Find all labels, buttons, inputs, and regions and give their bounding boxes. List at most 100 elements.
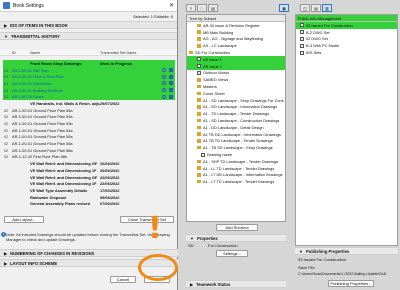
tree-item[interactable]: AS - LC Landscape [187,42,285,49]
transmittal-row[interactable]: 02 AR-1-00-01 Ground Floor Plan 58a [3,147,175,154]
publisher-button[interactable]: ▤ [208,4,218,12]
delete-icon[interactable] [169,88,173,93]
layout-icon [197,64,201,69]
tree-item[interactable]: Masters [187,83,285,90]
info-circle-icon[interactable] [162,88,166,93]
delete-icon[interactable] [169,74,173,79]
add-layout-button[interactable]: Add Layout... [4,216,44,223]
close-icon[interactable]: ✕ [169,2,174,9]
tree-item[interactable]: A1 - SD Landscape - Construction Drawing… [187,117,285,124]
tree-item[interactable]: AR-00 Issue & Revision Register [187,22,285,29]
prop-name[interactable]: For Construction [208,243,238,248]
publisher-set-item[interactable]: B-3 With PC Model [296,42,397,49]
info-circle-icon[interactable] [162,74,166,79]
navigator-layout-button[interactable]: ◫ [300,4,310,12]
tree-item[interactable]: A1 - LT DD Landscape - Information Drawi… [187,172,285,179]
tree-item[interactable]: AS Issue 1 [187,55,285,63]
info-circle-icon[interactable] [162,94,166,99]
tree-item-label: AR Issue 1 [203,63,223,69]
organizer-panel: ≡ □ ▤ ▦ ◫ ▤ ▥ Tree by Subset AR-00 Issue… [178,0,400,290]
chevron-right-icon: ▶ [190,281,194,287]
tree-item[interactable]: A1 TB TD Landscape - Tender Drawings [187,138,285,145]
tree-item[interactable]: SAMED Views [187,76,285,83]
tree-item[interactable]: A1 - SD Landscape - Shop Drawings For Co… [187,97,285,104]
transmittal-row[interactable]: 02 AR-1-00-01 Ground Floor Plan 56a [3,140,175,147]
transmittal-row[interactable]: 02 AR-1-00-01 Ground Floor Plan 54a [3,127,175,134]
tree-item[interactable]: MB Main Building [187,29,285,36]
publisher-set-item[interactable]: 02 DWG Set [296,36,397,43]
layout-book-button[interactable]: □ [197,4,207,12]
publisher-header[interactable]: Public Info Management [296,15,397,22]
delete-icon[interactable] [169,94,173,99]
transmittal-row[interactable]: VE Wall Type Assembly Details 17/06/2022 [3,187,175,194]
tree-item[interactable]: A1 - LT TD Landscape - Tender Drawings [187,178,285,185]
transmittal-row[interactable]: General Assembly Plans revised 07/06/2022 [3,200,175,207]
info-circle-icon[interactable] [162,68,166,73]
transmittal-row[interactable]: 01 AR-1-00-01 Doors [3,93,175,101]
publishing-properties-button[interactable]: Publishing Properties... [328,280,374,287]
layout-icon [201,152,205,157]
teamwork-status-header[interactable]: ▶ Teamwork Status [186,280,286,288]
add-shortcut-button[interactable]: Add Shortcut [216,224,258,231]
publishing-properties-header[interactable]: ▼ Publishing Properties [295,247,398,255]
transmittal-row[interactable]: 02 AR-1-00-01 Ground Floor Plan 55a [3,107,175,114]
dialog-titlebar: Book Settings ✕ [0,0,177,12]
tree-item[interactable]: A1 TB DD Landscape - Information Drawing… [187,131,285,138]
transmittal-row[interactable]: VE Handrails, Ind. Walls & Resin. adjs 29… [3,100,175,107]
tree-item[interactable]: SD For Construction [187,49,285,56]
transmittal-row[interactable]: VE Wall Reinf. and Dimensioning GF 22/06/… [3,160,175,167]
row-number: 02 [4,114,9,120]
tree-item-label: A1 TB DD Landscape - Information Drawing… [203,131,281,137]
tree-item[interactable]: A1 - DD Landscape - Information Drawings [187,104,285,111]
tree-item[interactable]: Outdoor Works [187,70,285,77]
tree-item[interactable]: A1 - TD Landscape - Tender Drawings [187,110,285,117]
publisher-set-item[interactable]: IDS Sets [296,49,397,56]
transmittal-row[interactable]: 02 AR-1-00-01 Ground Floor Plan 55a [3,134,175,141]
transmittal-row[interactable]: 02 AR-1-00-01 Ground Floor Plan 53b [3,120,175,127]
publisher-set-item[interactable]: B-2 DWG Set [296,29,397,36]
navigator-left-button[interactable]: ▦ [279,4,289,12]
delete-icon[interactable] [169,68,173,73]
view-map-button[interactable]: ≡ [186,4,196,12]
tree-item[interactable]: A1 - DD Landscape - Detail Design [187,124,285,131]
transmittal-row[interactable]: VE Wall Reinf. and Dimensioning 1F 22/06/… [3,180,175,187]
close-transmittal-button[interactable]: Close Transmittal Set [120,216,174,223]
tree-item[interactable]: A1 - TB SD Landscape - Shop Drawings [187,144,285,151]
transmittal-row[interactable]: 01 AS-2-00-01 Elevations [3,80,175,87]
section-transmittal[interactable]: ▼ TRANSMITTAL HISTORY [0,32,177,40]
tree-item[interactable]: A1 - SHP TD Landscape - Tender Drawings [187,158,285,165]
publisher-set-icon [300,43,304,48]
section-ids[interactable]: ▶ IDS OF ITEMS IN THIS BOOK [0,21,177,29]
tree-item[interactable]: AR Issue 1 [187,62,285,70]
transmittal-row[interactable]: 01 AS-1-00-01 Floor & Roof Plan [3,73,175,81]
transmittal-row[interactable]: Rainwater Disposal 09/06/2022 [3,194,175,201]
publisher-set-item[interactable]: 03 Issued For Construction [296,22,397,29]
navigator-publish-button[interactable]: ▤ [311,4,321,12]
settings-button[interactable]: Settings... [216,250,248,257]
tree-item[interactable]: AG - AG - Signage and Wayfinding [187,36,285,43]
navigator-sets-button[interactable]: ▥ [322,4,332,12]
info-circle-icon[interactable] [162,81,166,86]
tree-item[interactable]: Drawing name [187,151,285,158]
transmittal-row[interactable]: 01 AS-3-00-01 Building Sections [3,86,175,94]
folder-icon [197,23,201,28]
tree-item[interactable]: A1 - LL TD Landscape - Tender Drawings [187,165,285,172]
cancel-button[interactable]: Cancel [110,276,136,283]
row-id: AR-1-00-01 Ground Floor Plan 55a [12,107,73,113]
save-path[interactable]: C:\Users\Scan\Documents\1 /2022 Bailing … [298,272,398,276]
transmittal-row[interactable]: VE Wall Reinf. and Dimensioning 1F 20/06/… [3,167,175,174]
col-date: Transmittal Set Dates [100,50,137,55]
tree-header[interactable]: Tree by Subset [187,15,285,22]
transmittal-row[interactable]: 02 AR-1-12-42 First Floor Plan 58s [3,154,175,161]
transmittal-row[interactable]: 01 AS-1-00-01 Site Plan [3,66,175,74]
transmittal-row[interactable]: Front Room Shop Drawings Work in Progress [3,60,175,67]
delete-icon[interactable] [169,81,173,86]
transmittal-row[interactable]: VE Wall Reinf. and Dimensioning GF 22/06/… [3,174,175,181]
tree-item[interactable]: Cover Sheet [187,90,285,97]
ok-highlight-circle [138,254,178,281]
tree-item-label: A1 - DD Landscape - Information Drawings [203,104,278,110]
folder-icon [197,118,201,123]
properties-header[interactable]: ▼ Properties [186,234,286,242]
transmittal-row[interactable]: 02 AR-1-00-01 Ground Floor Plan 53a [3,114,175,121]
tree-item-label: A1 - LL TD Landscape - Tender Drawings [203,165,275,171]
